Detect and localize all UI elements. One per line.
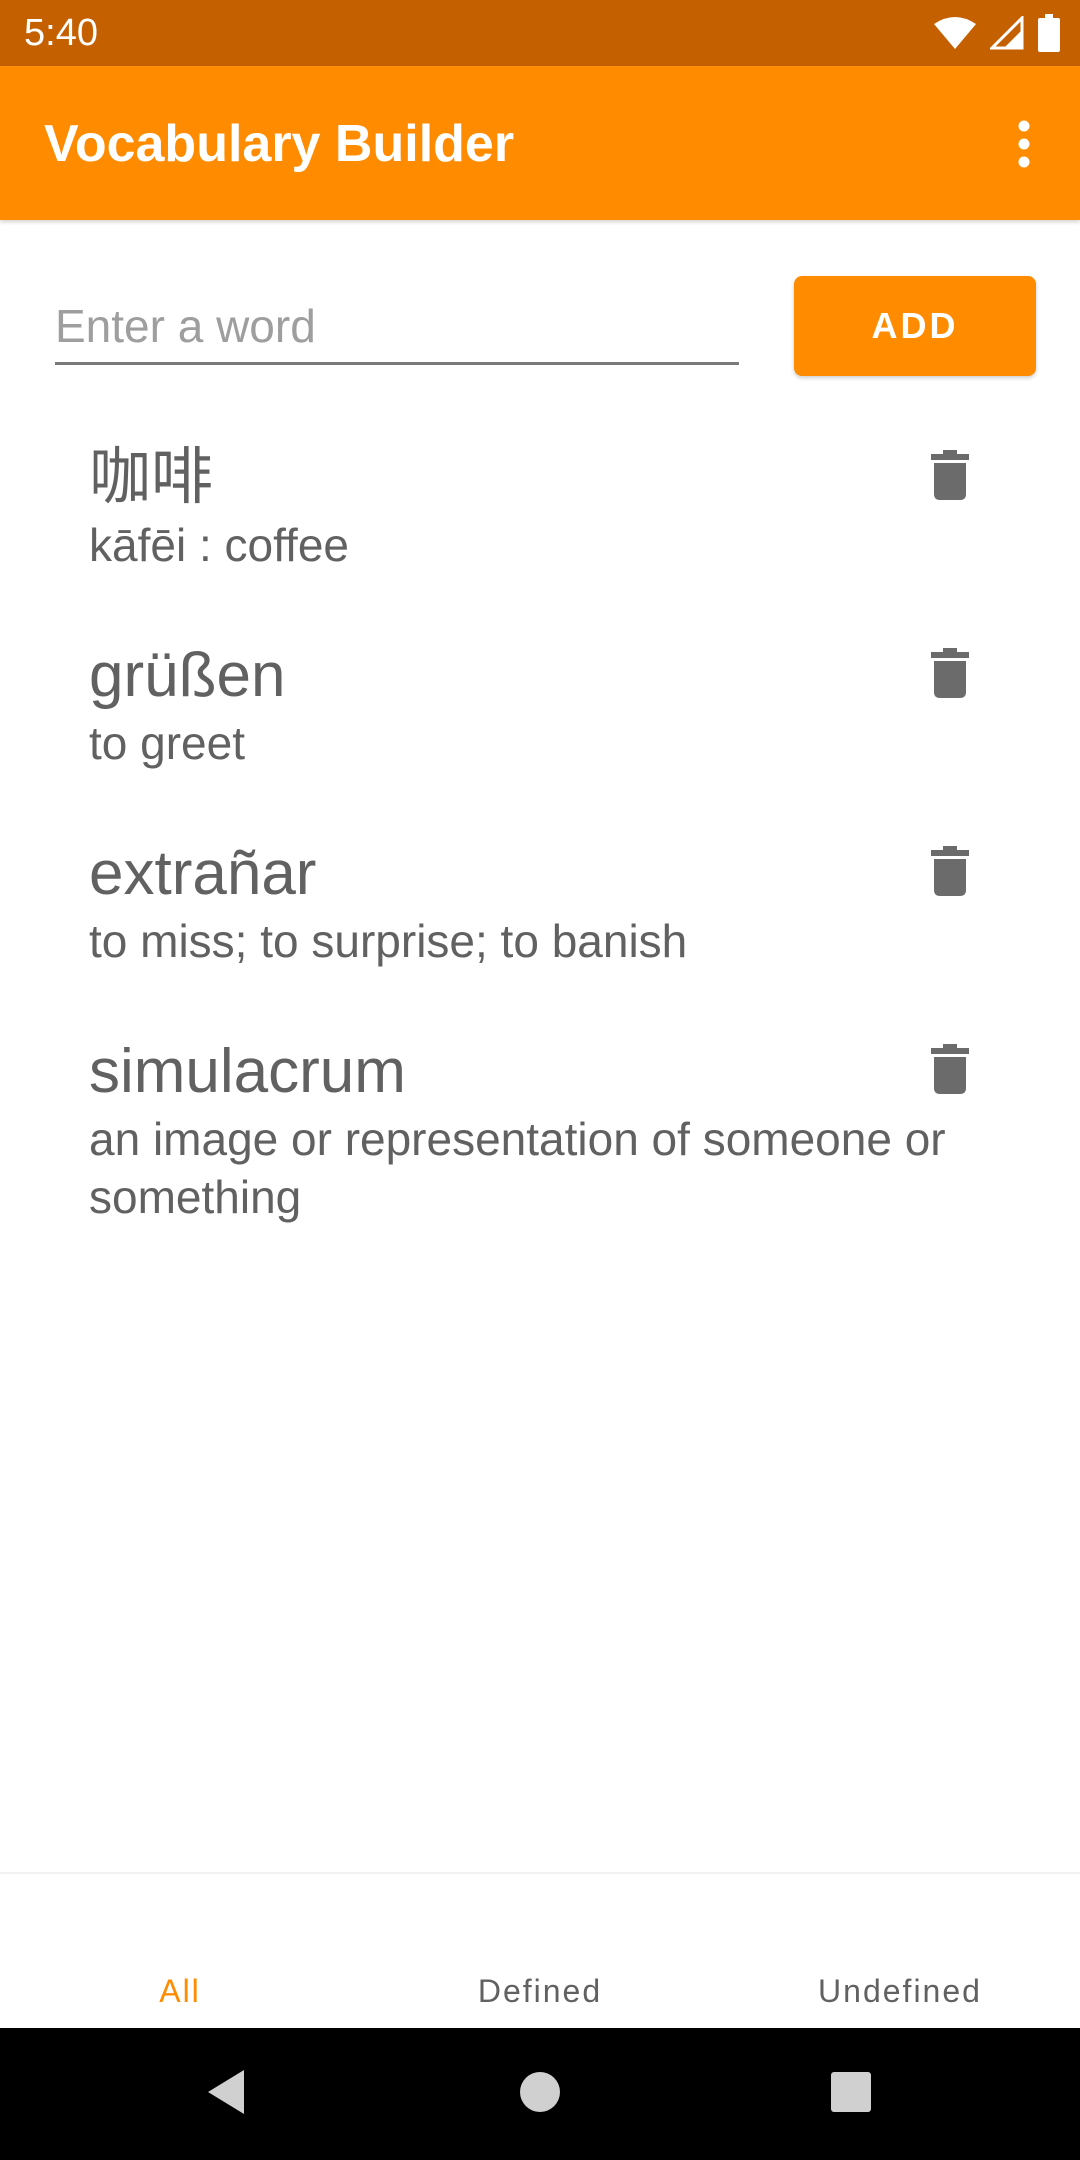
system-nav-bar: [0, 2028, 1080, 2160]
delete-button[interactable]: [920, 836, 980, 906]
bottom-tab-bar: All Defined Undefined: [0, 1872, 1080, 2030]
wifi-icon: [934, 17, 976, 49]
word-list: 咖啡 kāfēi : coffee grüßen to greet extrañ…: [0, 410, 1080, 1260]
add-button[interactable]: ADD: [794, 276, 1036, 376]
home-icon[interactable]: [510, 2062, 570, 2122]
definition-text: to miss; to surprise; to banish: [89, 915, 688, 967]
delete-icon: [931, 648, 969, 698]
status-bar: 5:40: [0, 0, 1080, 66]
definition-text: to greet: [89, 717, 245, 769]
recents-icon[interactable]: [821, 2062, 881, 2122]
word-text: extrañar: [89, 839, 317, 908]
delete-button[interactable]: [920, 1034, 980, 1104]
tab-all[interactable]: All: [0, 1874, 360, 2030]
status-icons: [934, 12, 1060, 54]
status-time: 5:40: [24, 12, 98, 54]
word-text: 咖啡: [89, 443, 214, 512]
delete-icon: [931, 846, 969, 896]
word-input[interactable]: [55, 290, 739, 365]
tab-defined[interactable]: Defined: [360, 1874, 720, 2030]
delete-button[interactable]: [920, 440, 980, 510]
delete-icon: [931, 1044, 969, 1094]
word-text: grüßen: [89, 641, 286, 710]
definition-text: kāfēi : coffee: [89, 519, 349, 571]
app-bar: Vocabulary Builder: [0, 66, 1080, 220]
more-options-button[interactable]: [996, 112, 1052, 176]
definition-text: an image or representation of someone or…: [89, 1113, 946, 1223]
app-title: Vocabulary Builder: [44, 115, 515, 173]
word-text: simulacrum: [89, 1037, 406, 1106]
delete-icon: [931, 450, 969, 500]
list-item[interactable]: extrañar to miss; to surprise; to banish: [0, 806, 1080, 1004]
delete-button[interactable]: [920, 638, 980, 708]
battery-icon: [1038, 14, 1060, 52]
list-item[interactable]: 咖啡 kāfēi : coffee: [0, 410, 1080, 608]
back-icon[interactable]: [196, 2062, 256, 2122]
cellular-icon: [990, 16, 1024, 50]
tab-undefined[interactable]: Undefined: [720, 1874, 1080, 2030]
list-item[interactable]: grüßen to greet: [0, 608, 1080, 806]
more-vert-icon: [1018, 120, 1030, 168]
list-item[interactable]: simulacrum an image or representation of…: [0, 1004, 1080, 1260]
